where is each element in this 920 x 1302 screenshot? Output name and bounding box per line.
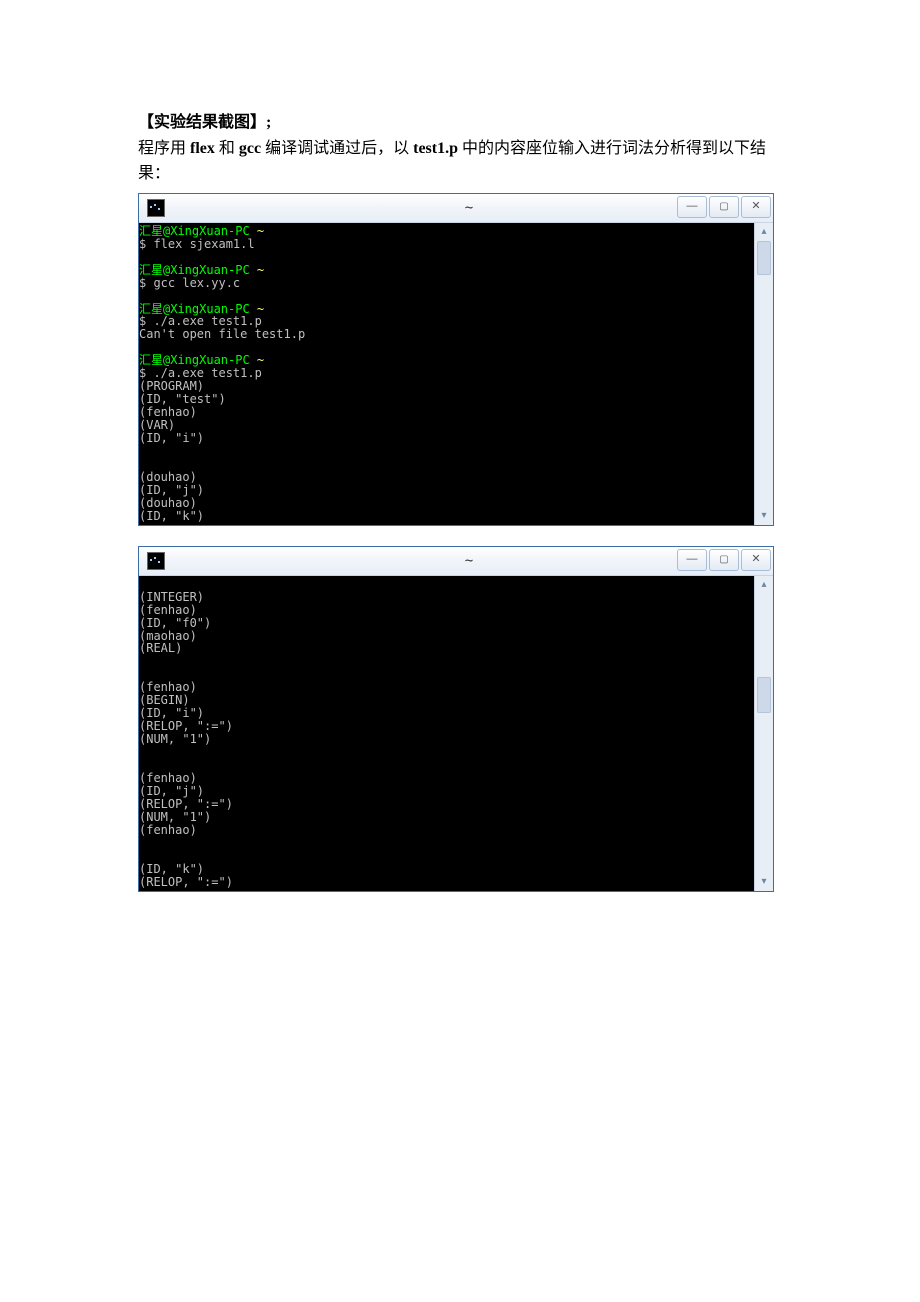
intro-paragraph-line2: 果：	[138, 161, 790, 187]
scroll-up-icon[interactable]: ▴	[755, 223, 773, 241]
terminal-output-2[interactable]: (INTEGER) (fenhao) (ID, "f0") (maohao) (…	[139, 576, 754, 891]
close-button[interactable]	[741, 549, 771, 571]
scrollbar-vertical[interactable]: ▴ ▾	[754, 223, 773, 525]
scroll-down-icon[interactable]: ▾	[755, 873, 773, 891]
text: 编译调试通过后，以	[261, 140, 413, 157]
minimize-button[interactable]	[677, 196, 707, 218]
scroll-thumb[interactable]	[757, 241, 771, 275]
titlebar: ~	[139, 194, 773, 223]
maximize-button[interactable]	[709, 549, 739, 571]
terminal-icon	[147, 552, 165, 570]
kw-flex: flex	[190, 140, 215, 157]
titlebar: ~	[139, 547, 773, 576]
terminal-body-wrap: (INTEGER) (fenhao) (ID, "f0") (maohao) (…	[139, 576, 773, 891]
scrollbar-vertical[interactable]: ▴ ▾	[754, 576, 773, 891]
scroll-track[interactable]	[755, 594, 773, 873]
kw-test1: test1.p	[413, 140, 458, 157]
kw-gcc: gcc	[239, 140, 261, 157]
terminal-body-wrap: 汇星@XingXuan-PC ~ $ flex sjexam1.l 汇星@Xin…	[139, 223, 773, 525]
scroll-up-icon[interactable]: ▴	[755, 576, 773, 594]
text: 和	[215, 140, 239, 157]
window-buttons	[677, 196, 771, 218]
window-buttons	[677, 549, 771, 571]
minimize-button[interactable]	[677, 549, 707, 571]
maximize-button[interactable]	[709, 196, 739, 218]
scroll-down-icon[interactable]: ▾	[755, 507, 773, 525]
terminal-icon	[147, 199, 165, 217]
terminal-window-2: ~ (INTEGER) (fenhao) (ID, "f0") (maohao)…	[138, 546, 774, 892]
terminal-window-1: ~ 汇星@XingXuan-PC ~ $ flex sjexam1.l 汇星@X…	[138, 193, 774, 526]
scroll-track[interactable]	[755, 241, 773, 507]
terminal-output-1[interactable]: 汇星@XingXuan-PC ~ $ flex sjexam1.l 汇星@Xin…	[139, 223, 754, 525]
text: 中的内容座位输入进行词法分析得到以下结	[458, 140, 766, 157]
text: 程序用	[138, 140, 190, 157]
close-button[interactable]	[741, 196, 771, 218]
scroll-thumb[interactable]	[757, 677, 771, 712]
section-heading: 【实验结果截图】;	[138, 110, 790, 136]
intro-paragraph-line1: 程序用 flex 和 gcc 编译调试通过后，以 test1.p 中的内容座位输…	[138, 136, 790, 162]
document-page: 【实验结果截图】; 程序用 flex 和 gcc 编译调试通过后，以 test1…	[0, 0, 920, 1302]
